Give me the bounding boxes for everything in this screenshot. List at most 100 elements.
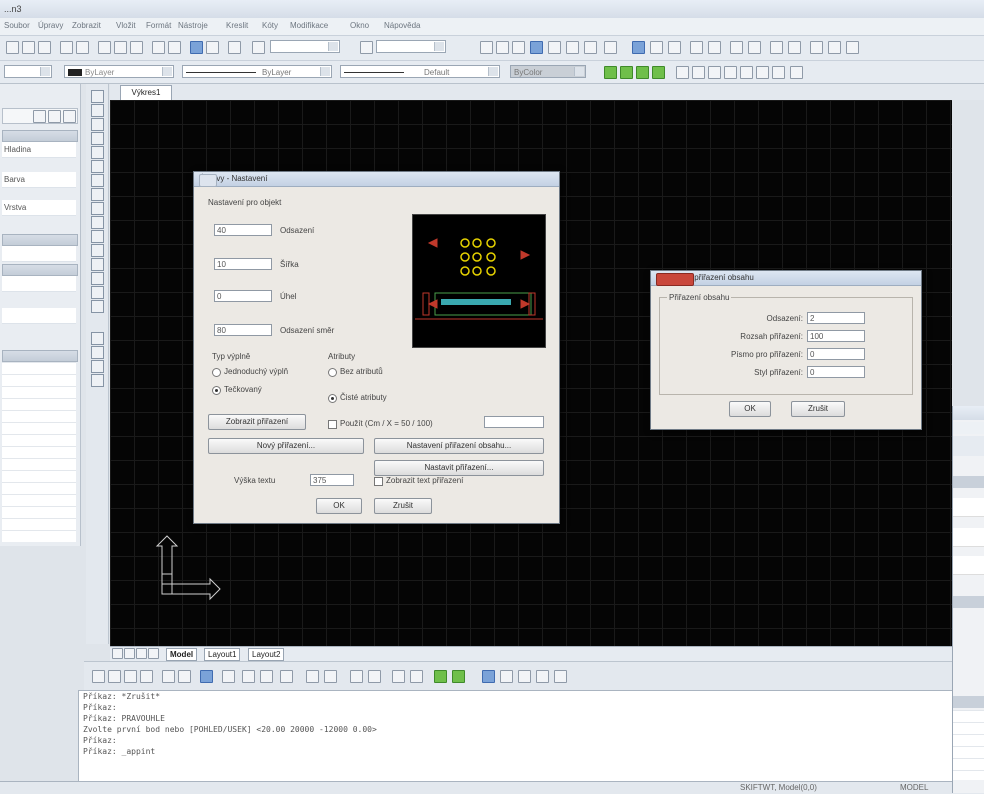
palette-row[interactable]: Barva	[2, 172, 76, 188]
modify-icon-1[interactable]	[92, 670, 105, 683]
dimstyle-combo[interactable]	[376, 40, 446, 53]
point-tool-icon[interactable]	[91, 244, 104, 257]
use-scale-checkbox[interactable]	[328, 420, 337, 429]
show-text-checkbox[interactable]	[374, 477, 383, 486]
secondary-section-head[interactable]	[953, 696, 984, 708]
color-combo[interactable]: ByLayer	[64, 65, 174, 78]
close-icon[interactable]	[199, 174, 217, 187]
region-tool-icon[interactable]	[91, 272, 104, 285]
italic-icon[interactable]	[708, 66, 721, 79]
style-combo[interactable]	[270, 40, 340, 53]
mtext-tool-icon[interactable]	[91, 300, 104, 313]
modify-icon-16[interactable]	[392, 670, 405, 683]
align-center-icon[interactable]	[756, 66, 769, 79]
palette-section-general[interactable]	[2, 130, 78, 142]
open-file-icon[interactable]	[22, 41, 35, 54]
menu-format[interactable]: Formát	[146, 21, 171, 30]
bold-icon[interactable]	[692, 66, 705, 79]
command-window[interactable]: Příkaz: *Zrušit* Příkaz: Příkaz: PRAVOUH…	[78, 690, 954, 782]
range-row-input[interactable]: 100	[807, 330, 865, 342]
menu-napoveda[interactable]: Nápověda	[384, 21, 420, 30]
modify-icon-23[interactable]	[536, 670, 549, 683]
modify-icon-2[interactable]	[108, 670, 121, 683]
attr-none-radio[interactable]	[328, 368, 337, 377]
tab-model[interactable]: Model	[166, 648, 198, 661]
polyline-tool-icon[interactable]	[91, 118, 104, 131]
modify-icon-8[interactable]	[222, 670, 235, 683]
cancel-button[interactable]: Zrušit	[374, 498, 432, 514]
width-input[interactable]: 10	[214, 258, 272, 270]
palette-icon-a[interactable]	[33, 110, 46, 123]
palette-icon-b[interactable]	[48, 110, 61, 123]
direction-input[interactable]: 80	[214, 324, 272, 336]
secondary-list[interactable]	[953, 710, 984, 780]
spline-tool-icon[interactable]	[91, 188, 104, 201]
table-icon[interactable]	[828, 41, 841, 54]
lwt-icon[interactable]	[584, 41, 597, 54]
palette-section-view[interactable]	[2, 350, 78, 362]
region-icon[interactable]	[810, 41, 823, 54]
linetype-combo[interactable]: ByLayer	[182, 65, 332, 78]
offset-tool-icon[interactable]	[91, 374, 104, 387]
tab-layout1[interactable]: Layout1	[204, 648, 241, 661]
drawing-tab-vykres1[interactable]: Výkres1	[120, 85, 172, 100]
modify-icon-22[interactable]	[518, 670, 531, 683]
zoom-icon[interactable]	[206, 41, 219, 54]
calc-icon[interactable]	[632, 41, 645, 54]
otrack-icon[interactable]	[566, 41, 579, 54]
palette-row[interactable]: Vrstva	[2, 200, 76, 216]
modify-icon-7[interactable]	[200, 670, 213, 683]
save-icon[interactable]	[38, 41, 51, 54]
modify-icon-21[interactable]	[500, 670, 513, 683]
palette-list[interactable]	[2, 362, 76, 542]
command-input-line[interactable]: Příkaz: _appint	[79, 746, 953, 757]
modify-icon-6[interactable]	[178, 670, 191, 683]
scale-input[interactable]	[484, 416, 544, 428]
secondary-row[interactable]	[953, 498, 984, 517]
menu-okno[interactable]: Okno	[350, 21, 369, 30]
palette-row-empty[interactable]	[2, 308, 76, 324]
insert-icon[interactable]	[708, 41, 721, 54]
menu-upravy[interactable]: Úpravy	[38, 21, 63, 30]
palette-section-geometry[interactable]	[2, 234, 78, 246]
ortho-icon[interactable]	[512, 41, 525, 54]
fill-type-dotted-radio[interactable]	[212, 386, 221, 395]
modify-icon-15[interactable]	[368, 670, 381, 683]
modify-icon-14[interactable]	[350, 670, 363, 683]
redo-icon[interactable]	[168, 41, 181, 54]
ellipse-tool-icon[interactable]	[91, 202, 104, 215]
lineweight-combo[interactable]: Default	[340, 65, 500, 78]
ray-tool-icon[interactable]	[91, 104, 104, 117]
underline-icon[interactable]	[724, 66, 737, 79]
modify-icon-4[interactable]	[140, 670, 153, 683]
palette-row[interactable]: Hladina	[2, 142, 76, 158]
close-icon[interactable]	[656, 273, 694, 286]
layer-icon[interactable]	[252, 41, 265, 54]
palette-icon-c[interactable]	[63, 110, 76, 123]
pan-icon[interactable]	[190, 41, 203, 54]
modify-icon-9[interactable]	[242, 670, 255, 683]
ok-button[interactable]: OK	[316, 498, 362, 514]
tab-next-icon[interactable]	[136, 648, 147, 659]
offset-input[interactable]: 40	[214, 224, 272, 236]
erase-tool-icon[interactable]	[91, 332, 104, 345]
cancel-button[interactable]: Zrušit	[791, 401, 845, 417]
properties-icon[interactable]	[228, 41, 241, 54]
new-file-icon[interactable]	[6, 41, 19, 54]
modify-icon-24[interactable]	[554, 670, 567, 683]
layer-on-icon[interactable]	[604, 66, 617, 79]
layer-plot-icon[interactable]	[652, 66, 665, 79]
secondary-row[interactable]	[953, 556, 984, 575]
circle-tool-icon[interactable]	[91, 174, 104, 187]
hatch-tool-icon[interactable]	[91, 258, 104, 271]
status-mode[interactable]: MODEL	[900, 783, 928, 792]
palette-row-empty[interactable]	[2, 276, 76, 292]
xref-icon[interactable]	[730, 41, 743, 54]
fill-type-simple-radio[interactable]	[212, 368, 221, 377]
preview-icon[interactable]	[76, 41, 89, 54]
area-icon[interactable]	[668, 41, 681, 54]
secondary-row[interactable]	[953, 528, 984, 547]
gradient-icon[interactable]	[788, 41, 801, 54]
insert-block-icon[interactable]	[91, 216, 104, 229]
style-row-input[interactable]: 0	[807, 366, 865, 378]
